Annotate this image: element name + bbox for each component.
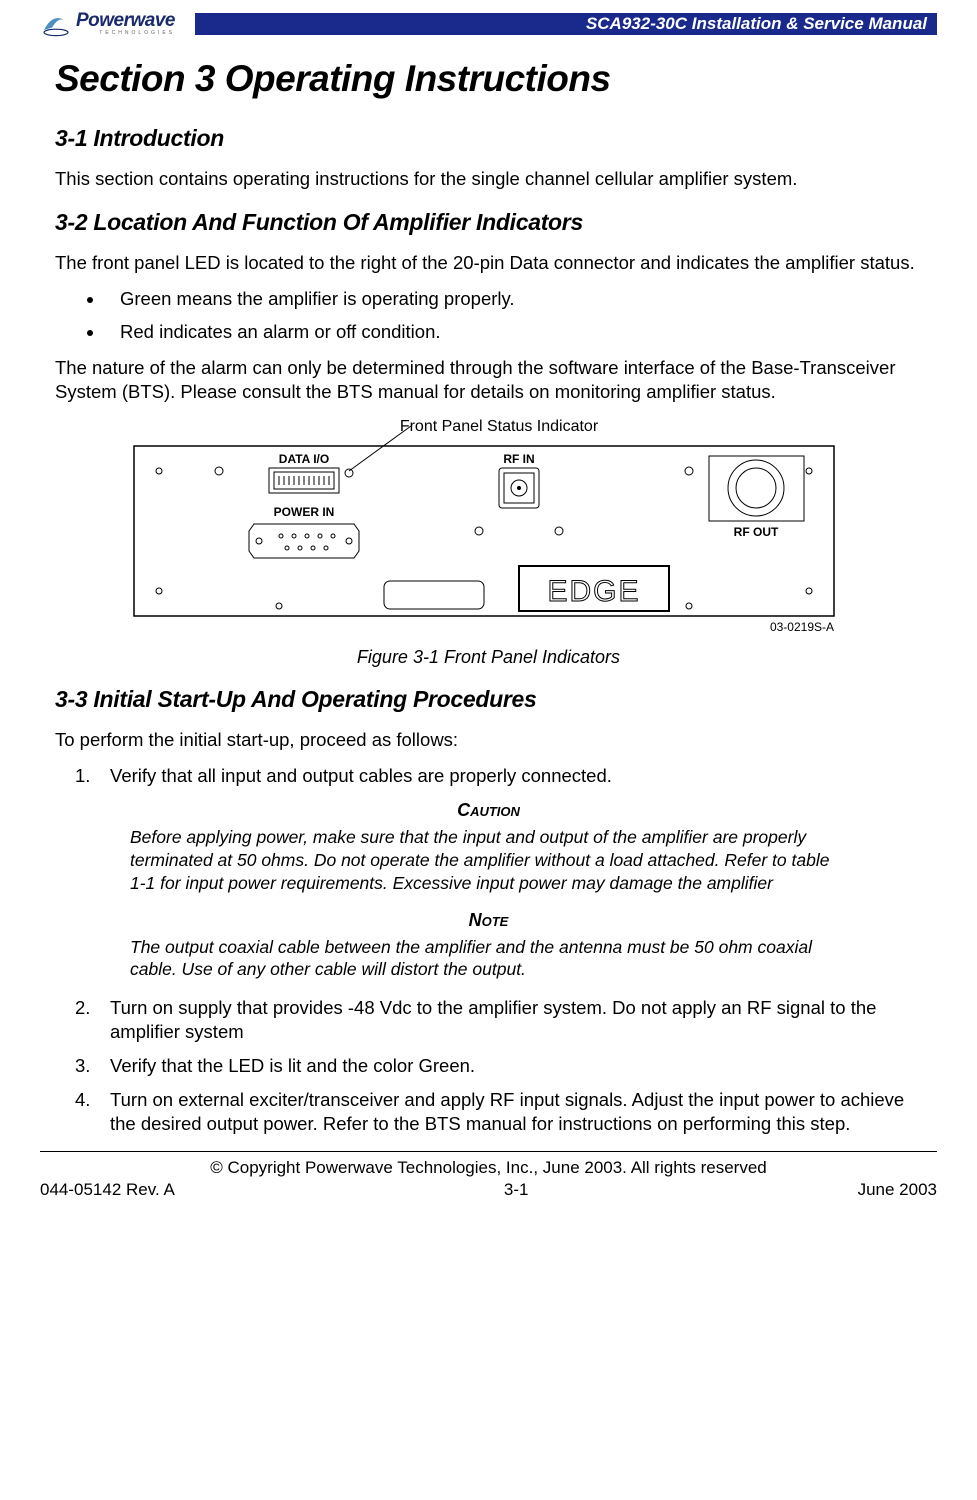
note-text: The output coaxial cable between the amp… [130, 936, 847, 982]
page-content: Section 3 Operating Instructions 3-1 Int… [0, 58, 977, 1136]
document-title: SCA932-30C Installation & Service Manual [586, 14, 927, 34]
logo-swoosh-icon [40, 10, 72, 38]
logo-text: Powerwave [76, 10, 175, 32]
company-logo: Powerwave TECHNOLOGIES [40, 10, 175, 38]
body-text: The nature of the alarm can only be dete… [55, 356, 922, 404]
figure-3-1: Front Panel Status Indicator DATA I/O [55, 416, 922, 668]
list-item: 2.Turn on supply that provides -48 Vdc t… [75, 996, 922, 1044]
svg-text:RF IN: RF IN [503, 452, 534, 466]
body-text: The front panel LED is located to the ri… [55, 251, 922, 275]
list-item: 3.Verify that the LED is lit and the col… [75, 1054, 922, 1078]
body-text: This section contains operating instruct… [55, 167, 922, 191]
page-header: Powerwave TECHNOLOGIES SCA932-30C Instal… [0, 0, 977, 38]
svg-text:DATA I/O: DATA I/O [278, 452, 328, 466]
caution-text: Before applying power, make sure that th… [130, 826, 847, 894]
list-item: Red indicates an alarm or off condition. [105, 320, 922, 344]
bullet-list: Green means the amplifier is operating p… [105, 287, 922, 344]
list-item: Green means the amplifier is operating p… [105, 287, 922, 311]
heading-3-3: 3-3 Initial Start-Up And Operating Proce… [55, 686, 922, 713]
footer-date: June 2003 [858, 1180, 937, 1200]
svg-text:EDGE: EDGE [547, 575, 640, 608]
page-footer: © Copyright Powerwave Technologies, Inc.… [40, 1151, 937, 1200]
section-title: Section 3 Operating Instructions [55, 58, 922, 100]
svg-text:03-0219S-A: 03-0219S-A [769, 620, 833, 634]
svg-text:RF OUT: RF OUT [733, 525, 778, 539]
header-title-bar: SCA932-30C Installation & Service Manual [195, 13, 937, 35]
caution-label: Caution [55, 800, 922, 821]
numbered-list: 2.Turn on supply that provides -48 Vdc t… [75, 996, 922, 1136]
copyright-text: © Copyright Powerwave Technologies, Inc.… [40, 1158, 937, 1178]
body-text: To perform the initial start-up, proceed… [55, 728, 922, 752]
figure-caption: Figure 3-1 Front Panel Indicators [55, 647, 922, 668]
page-number: 3-1 [504, 1180, 529, 1200]
svg-text:POWER IN: POWER IN [273, 505, 334, 519]
heading-3-1: 3-1 Introduction [55, 125, 922, 152]
figure-callout-label: Front Panel Status Indicator [399, 418, 598, 435]
list-item: 1.Verify that all input and output cable… [75, 764, 922, 788]
note-label: Note [55, 910, 922, 931]
list-item: 4.Turn on external exciter/transceiver a… [75, 1088, 922, 1136]
front-panel-diagram: Front Panel Status Indicator DATA I/O [99, 416, 879, 641]
doc-number: 044-05142 Rev. A [40, 1180, 175, 1200]
numbered-list: 1.Verify that all input and output cable… [75, 764, 922, 788]
heading-3-2: 3-2 Location And Function Of Amplifier I… [55, 209, 922, 236]
